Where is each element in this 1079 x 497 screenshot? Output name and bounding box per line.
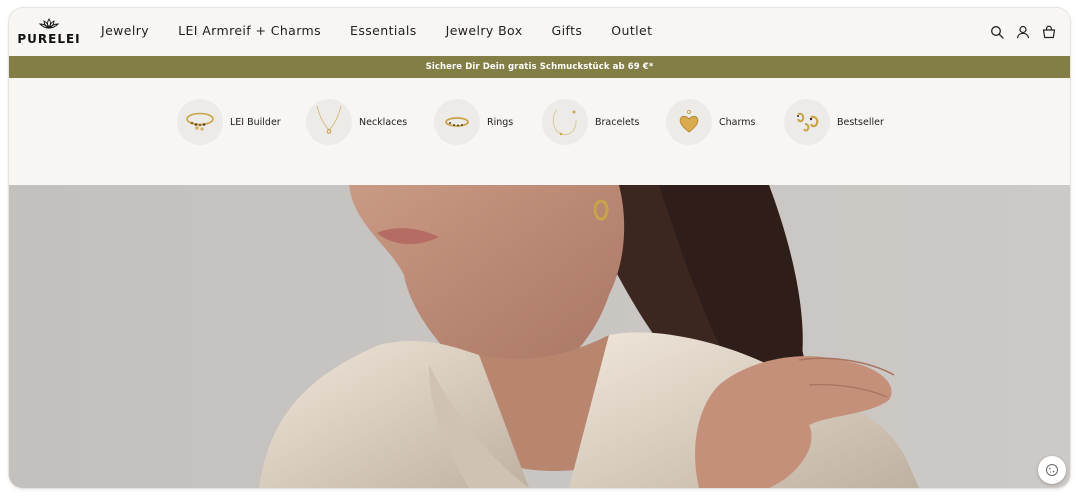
lotus-icon <box>39 18 59 29</box>
nav-item-outlet[interactable]: Outlet <box>611 22 652 40</box>
necklace-icon <box>306 99 352 145</box>
site-header: PURELEI Jewelry LEI Armreif + Charms Ess… <box>9 8 1070 56</box>
cart-icon[interactable] <box>1042 24 1056 39</box>
hero-banner[interactable] <box>9 185 1070 488</box>
nav-item-lei-armreif-charms[interactable]: LEI Armreif + Charms <box>178 22 321 40</box>
category-rings[interactable]: Rings <box>434 99 513 145</box>
earrings-icon <box>784 99 830 145</box>
header-actions <box>990 24 1056 39</box>
category-bestseller[interactable]: Bestseller <box>784 99 884 145</box>
brand-logo[interactable]: PURELEI <box>17 18 80 50</box>
promo-banner[interactable]: Sichere Dir Dein gratis Schmuckstück ab … <box>9 56 1070 78</box>
brand-name: PURELEI <box>17 32 81 46</box>
category-label: LEI Builder <box>230 116 281 128</box>
nav-item-gifts[interactable]: Gifts <box>552 22 583 40</box>
category-charms[interactable]: Charms <box>666 99 755 145</box>
hero-photo <box>9 185 1070 488</box>
category-label: Charms <box>719 116 756 128</box>
nav-item-essentials[interactable]: Essentials <box>350 22 417 40</box>
promo-text: Sichere Dir Dein gratis Schmuckstück ab … <box>425 62 654 72</box>
nav-item-jewelry-box[interactable]: Jewelry Box <box>446 22 523 40</box>
category-bracelets[interactable]: Bracelets <box>542 99 639 145</box>
category-label: Necklaces <box>359 116 408 128</box>
cookie-settings-button[interactable] <box>1038 456 1066 484</box>
category-label: Bracelets <box>595 116 640 128</box>
category-label: Bestseller <box>837 116 884 128</box>
cookie-settings-icon <box>1046 464 1058 476</box>
page-frame: PURELEI Jewelry LEI Armreif + Charms Ess… <box>9 8 1070 488</box>
category-strip: LEI Builder Necklaces Rings Bracelets Ch… <box>9 78 1070 185</box>
category-necklaces[interactable]: Necklaces <box>306 99 407 145</box>
ring-icon <box>434 99 480 145</box>
main-nav: Jewelry LEI Armreif + Charms Essentials … <box>101 22 681 40</box>
category-lei-builder[interactable]: LEI Builder <box>177 99 281 145</box>
category-label: Rings <box>487 116 514 128</box>
account-icon[interactable] <box>1016 24 1030 39</box>
heart-charm-icon <box>666 99 712 145</box>
bracelet-icon <box>542 99 588 145</box>
search-icon[interactable] <box>990 24 1004 39</box>
bracelet-charms-icon <box>177 99 223 145</box>
nav-item-jewelry[interactable]: Jewelry <box>101 22 149 40</box>
